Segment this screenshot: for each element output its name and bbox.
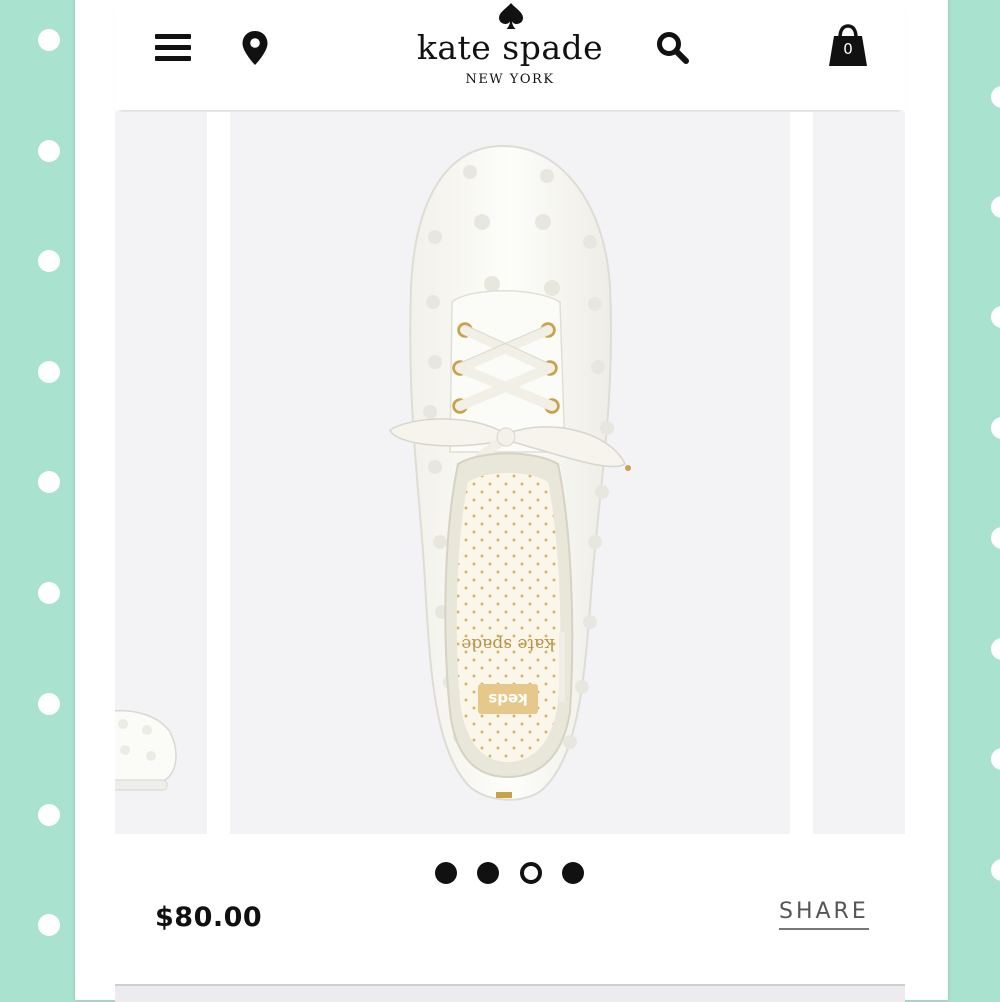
share-link[interactable]: SHARE xyxy=(779,899,869,930)
pager-dot-3-active[interactable] xyxy=(520,862,542,884)
product-image-carousel[interactable]: kate spade keds xyxy=(115,112,905,834)
search-icon[interactable] xyxy=(655,30,691,66)
brand-city: NEW YORK xyxy=(465,72,555,87)
next-product-image[interactable] xyxy=(813,112,905,834)
active-product-image[interactable]: kate spade keds xyxy=(230,112,790,834)
carousel-pagination xyxy=(435,862,585,886)
location-pin-icon[interactable] xyxy=(241,30,269,66)
product-price: $80.00 xyxy=(155,902,263,933)
shoe-side-view-image xyxy=(115,710,177,791)
background-pattern-left xyxy=(0,0,75,1000)
mobile-page: kate spade NEW YORK 0 kate spade keds $8… xyxy=(75,0,948,1002)
brand-logo[interactable]: kate spade NEW YORK xyxy=(400,0,620,110)
spade-logo-icon xyxy=(499,3,523,29)
site-header: kate spade NEW YORK 0 xyxy=(115,0,905,110)
pager-dot-2[interactable] xyxy=(477,862,499,884)
section-divider xyxy=(115,984,905,1002)
shopping-bag-button[interactable]: 0 xyxy=(827,24,869,68)
insole-brand-text: kate spade xyxy=(461,634,554,654)
polka-dot-sneaker-image: kate spade keds xyxy=(389,144,631,801)
cart-count: 0 xyxy=(843,40,853,58)
pager-dot-4[interactable] xyxy=(562,862,584,884)
previous-product-image[interactable] xyxy=(115,112,207,834)
menu-icon[interactable] xyxy=(155,32,191,64)
brand-name: kate spade xyxy=(416,28,604,67)
insole-label-text: keds xyxy=(488,690,527,708)
pager-dot-1[interactable] xyxy=(435,862,457,884)
background-pattern-right xyxy=(948,0,1000,1000)
